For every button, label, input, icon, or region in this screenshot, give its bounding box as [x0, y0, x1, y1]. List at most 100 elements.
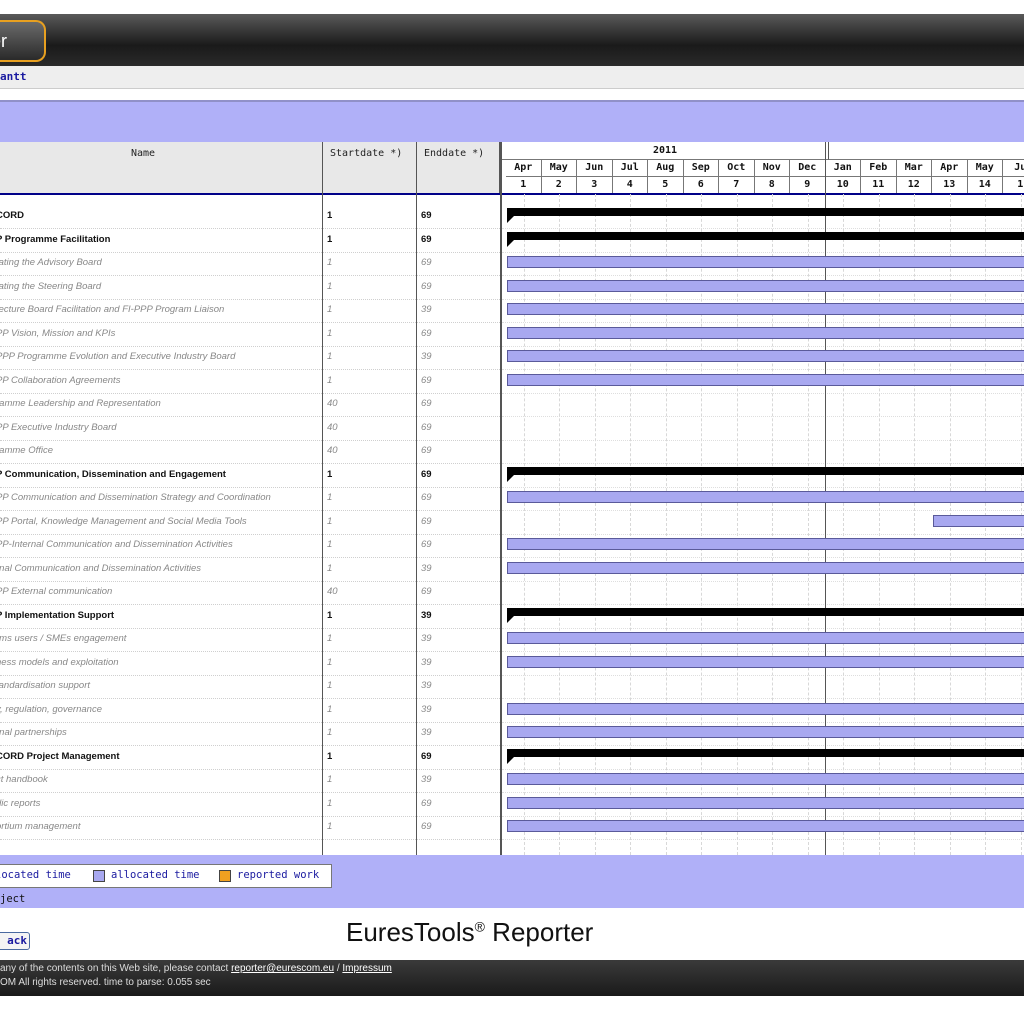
- table-row[interactable]: tating the Advisory Board 1 69: [0, 252, 500, 276]
- table-row[interactable]: tandardisation support 1 39: [0, 675, 500, 699]
- table-row[interactable]: ct handbook 1 39: [0, 769, 500, 793]
- task-bar[interactable]: [507, 303, 1024, 315]
- task-name: P Programme Facilitation: [0, 233, 111, 245]
- task-startdate: 1: [327, 703, 333, 715]
- table-row[interactable]: PP External communication 40 69: [0, 581, 500, 605]
- table-row[interactable]: PPP Programme Evolution and Executive In…: [0, 346, 500, 370]
- back-button[interactable]: ack: [0, 932, 30, 950]
- summary-bar[interactable]: [507, 607, 1024, 623]
- table-row[interactable]: P Programme Facilitation 1 69: [0, 229, 500, 253]
- task-bar[interactable]: [507, 373, 1024, 386]
- task-bar[interactable]: [507, 655, 1024, 668]
- table-row[interactable]: ortium management 1 69: [0, 816, 500, 840]
- table-row[interactable]: PP Executive Industry Board 40 69: [0, 417, 500, 441]
- task-enddate: 69: [421, 374, 432, 386]
- month-label: Oct: [719, 159, 755, 177]
- table-row[interactable]: rms users / SMEs engagement 1 39: [0, 628, 500, 652]
- task-bar[interactable]: [507, 702, 1024, 715]
- task-bar[interactable]: [933, 514, 1024, 527]
- task-startdate: 1: [327, 539, 333, 550]
- header-separator: [0, 193, 500, 195]
- table-row[interactable]: rnal partnerships 1 39: [0, 722, 500, 746]
- task-startdate: 40: [327, 398, 338, 409]
- name-header-label: Name: [131, 148, 156, 159]
- table-row[interactable]: PP-Internal Communication and Disseminat…: [0, 534, 500, 558]
- task-name: PP External communication: [0, 586, 113, 597]
- task-startdate: 1: [327, 257, 333, 268]
- task-bar[interactable]: [507, 726, 1024, 738]
- table-row[interactable]: tecture Board Facilitation and FI-PPP Pr…: [0, 299, 500, 323]
- chart-row-gridline: [502, 580, 1024, 582]
- gantt-chart: 2011 Apr 1 May 2 Jun 3 Jul 4 Aug 5 Sep 6 Oct 7 Nov 8 Dec…: [500, 142, 1024, 855]
- table-row[interactable]: rnal Communication and Dissemination Act…: [0, 558, 500, 582]
- footer-impressum-link[interactable]: Impressum: [342, 963, 391, 974]
- month-label: Jun: [577, 159, 613, 177]
- task-bar[interactable]: [507, 773, 1024, 785]
- task-bar[interactable]: [507, 350, 1024, 362]
- task-bar[interactable]: [507, 326, 1024, 339]
- task-enddate: 39: [421, 774, 432, 785]
- task-name: rnal partnerships: [0, 727, 67, 738]
- legend-allocated-swatch: [93, 870, 105, 882]
- month-label: Jan: [825, 159, 861, 177]
- task-enddate: 69: [421, 257, 432, 268]
- table-row[interactable]: PP Vision, Mission and KPIs 1 69: [0, 323, 500, 347]
- task-name: rms users / SMEs engagement: [0, 633, 127, 644]
- task-enddate: 39: [421, 727, 432, 738]
- chart-row-gridline: [502, 674, 1024, 676]
- table-row[interactable]: y, regulation, governance 1 39: [0, 699, 500, 723]
- summary-bar[interactable]: [507, 208, 1024, 223]
- column-header-name[interactable]: Name: [0, 142, 323, 194]
- month-number: 13: [932, 176, 968, 193]
- table-row[interactable]: PP Collaboration Agreements 1 69: [0, 370, 500, 394]
- table-row[interactable]: P Communication, Dissemination and Engag…: [0, 464, 500, 488]
- table-row[interactable]: ramme Office 40 69: [0, 440, 500, 464]
- chart-row-gridline: [502, 533, 1024, 535]
- task-bar[interactable]: [507, 820, 1024, 832]
- task-name: PP Portal, Knowledge Management and Soci…: [0, 515, 247, 527]
- table-row[interactable]: PP Portal, Knowledge Management and Soci…: [0, 511, 500, 535]
- table-row[interactable]: P Implementation Support 1 39: [0, 605, 500, 629]
- table-row[interactable]: CORD 1 69: [0, 205, 500, 229]
- month-number: 8: [755, 176, 790, 193]
- task-bar[interactable]: [507, 632, 1024, 644]
- month-label: Sep: [683, 159, 719, 177]
- task-bar[interactable]: [507, 561, 1024, 574]
- table-row[interactable]: dic reports 1 69: [0, 793, 500, 817]
- brand-title: EuresTools® Reporter: [346, 917, 593, 948]
- table-row[interactable]: ramme Leadership and Representation 40 69: [0, 393, 500, 417]
- chart-row-gridline: [502, 792, 1024, 793]
- task-enddate: 39: [421, 680, 432, 691]
- task-bar[interactable]: [507, 279, 1024, 292]
- brand-name: EuresTools: [346, 917, 475, 947]
- table-row[interactable]: PP Communication and Dissemination Strat…: [0, 487, 500, 511]
- legend: located time allocated time reported wor…: [0, 864, 332, 888]
- table-row[interactable]: CORD Project Management 1 69: [0, 746, 500, 770]
- task-enddate: 39: [421, 656, 432, 668]
- table-row[interactable]: tating the Steering Board 1 69: [0, 276, 500, 300]
- chart-row-gridline: [502, 721, 1024, 723]
- task-name: tandardisation support: [0, 680, 91, 691]
- task-bar[interactable]: [507, 491, 1024, 503]
- summary-bar[interactable]: [507, 748, 1024, 764]
- task-name: tecture Board Facilitation and FI-PPP Pr…: [0, 304, 225, 315]
- toolbar-band: [0, 100, 1024, 144]
- task-enddate: 69: [421, 492, 432, 503]
- table-row[interactable]: ness models and exploitation 1 39: [0, 652, 500, 676]
- task-bar[interactable]: [507, 256, 1024, 268]
- task-bar[interactable]: [507, 796, 1024, 809]
- gantt-nav-link[interactable]: antt: [0, 70, 27, 83]
- summary-bar[interactable]: [507, 466, 1024, 482]
- month-label: Feb: [861, 159, 897, 177]
- column-header-startdate[interactable]: Startdate *): [322, 142, 417, 194]
- task-name: P Communication, Dissemination and Engag…: [0, 468, 226, 480]
- column-header-enddate[interactable]: Enddate *): [416, 142, 500, 194]
- task-startdate: 1: [327, 468, 333, 480]
- task-startdate: 1: [327, 304, 333, 315]
- chart-row-gridline: [502, 439, 1024, 441]
- footer-email-link[interactable]: reporter@eurescom.eu: [231, 963, 334, 974]
- app-title-tab[interactable]: rter: [0, 20, 46, 62]
- task-bar[interactable]: [507, 538, 1024, 550]
- month-number: 5: [648, 176, 684, 193]
- summary-bar[interactable]: [507, 231, 1024, 247]
